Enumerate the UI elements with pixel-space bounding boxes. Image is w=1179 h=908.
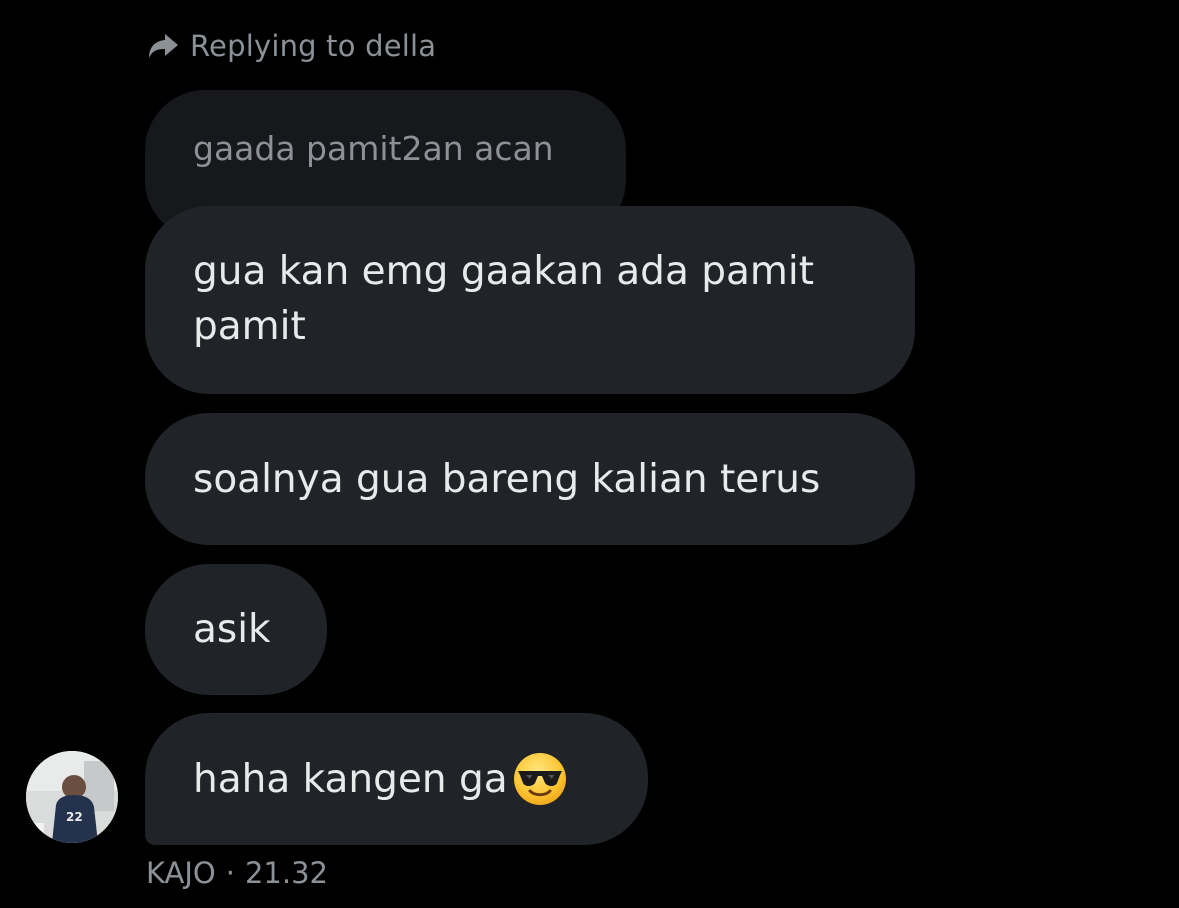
sender-name: KAJO	[146, 856, 216, 890]
message-bubble[interactable]: gua kan emg gaakan ada pamit pamit	[145, 206, 915, 394]
sunglasses-emoji-icon	[512, 751, 568, 807]
message-bubble[interactable]: soalnya gua bareng kalian terus	[145, 413, 915, 545]
message-text: gua kan emg gaakan ada pamit pamit	[193, 249, 815, 349]
message-text: haha kangen ga	[193, 756, 508, 802]
quoted-message-text: gaada pamit2an acan	[193, 129, 554, 168]
reply-to-label: Replying to della	[190, 29, 437, 63]
message-text: asik	[193, 607, 271, 652]
svg-text:22: 22	[66, 810, 83, 824]
message-bubble[interactable]: haha kangen ga	[145, 713, 648, 845]
reply-arrow-icon	[146, 29, 180, 63]
message-text: soalnya gua bareng kalian terus	[193, 456, 821, 502]
reply-header: Replying to della	[146, 26, 436, 66]
avatar[interactable]: 22	[26, 751, 118, 843]
message-bubble[interactable]: asik	[145, 564, 327, 695]
message-meta: KAJO · 21.32	[146, 856, 328, 890]
message-time: 21.32	[244, 856, 328, 890]
meta-separator: ·	[225, 856, 235, 890]
